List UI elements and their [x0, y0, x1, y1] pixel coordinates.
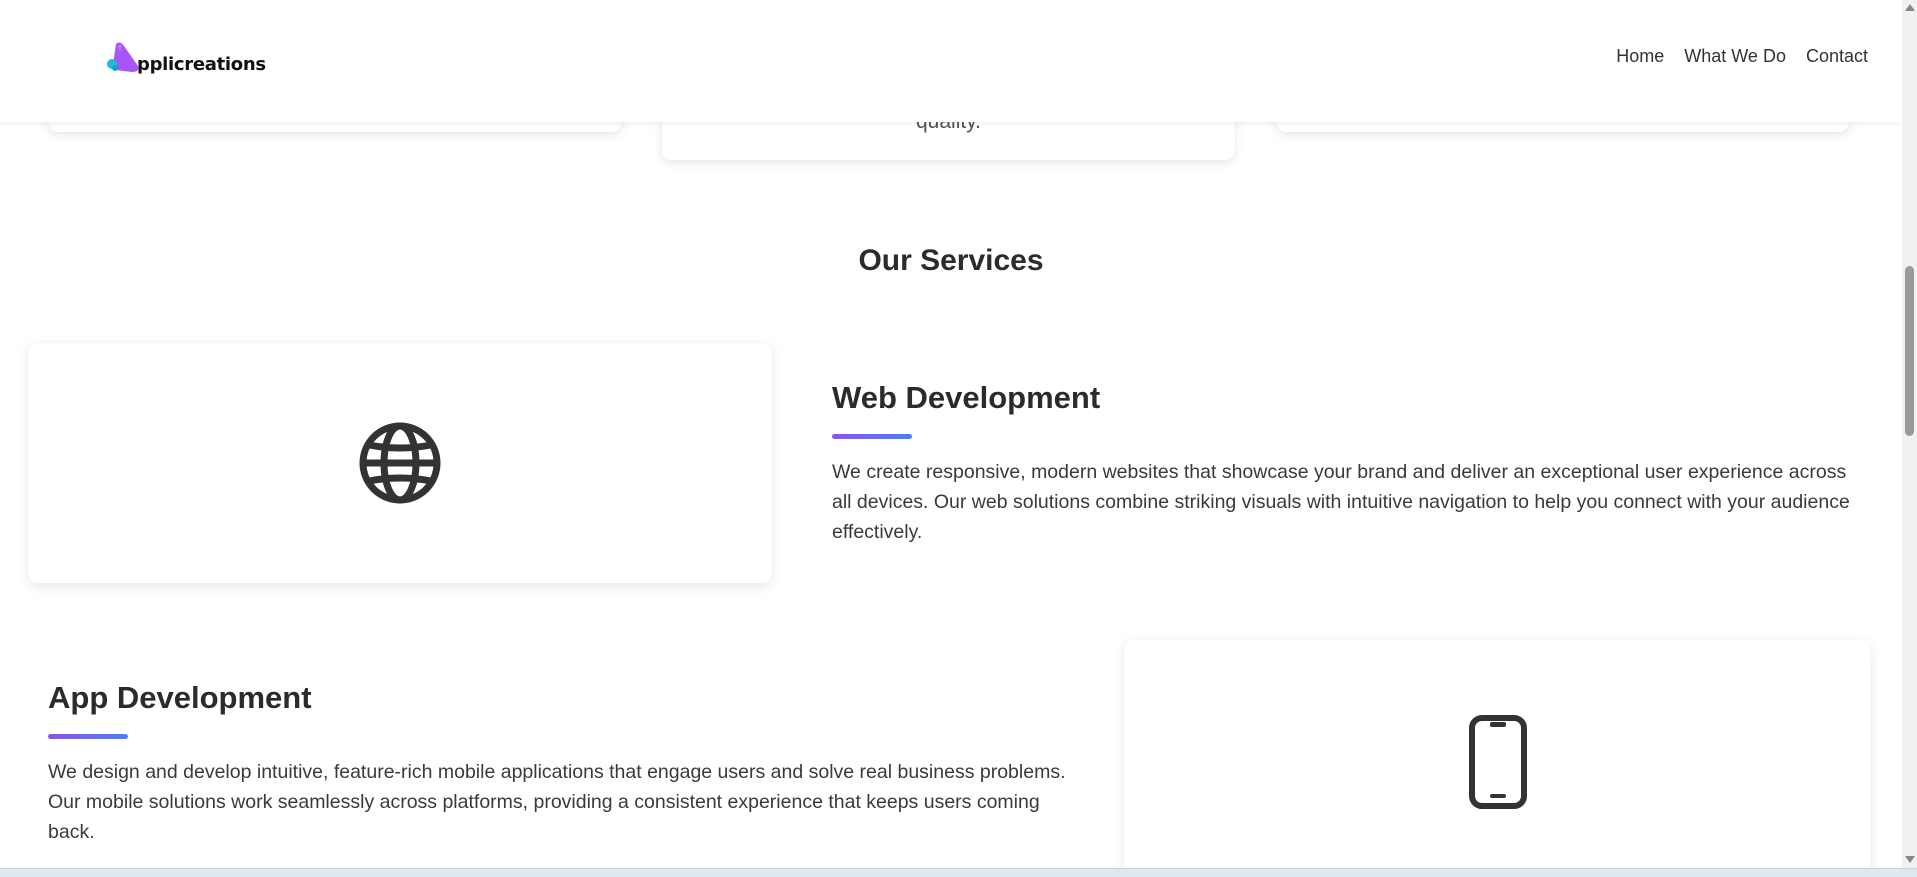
web-development-description: We create responsive, modern websites th…: [832, 461, 1850, 543]
site-header: pplicreations Home What We Do Contact: [0, 0, 1902, 122]
web-development-accent-bar: [832, 434, 912, 439]
main-nav: Home What We Do Contact: [1616, 46, 1868, 67]
app-development-icon-card: [1124, 640, 1870, 877]
page-scrollbar[interactable]: [1902, 0, 1917, 877]
nav-what-we-do-link[interactable]: What We Do: [1684, 46, 1786, 67]
web-development-icon-card: [28, 343, 772, 583]
smartphone-icon: [1469, 715, 1527, 809]
logo-text: pplicreations: [137, 54, 266, 75]
nav-home-link[interactable]: Home: [1616, 46, 1664, 67]
app-development-title: App Development: [48, 680, 312, 715]
scroll-down-arrow-icon[interactable]: [1905, 856, 1915, 863]
page: quality. pplicreations Home What We Do C…: [0, 0, 1917, 877]
os-taskbar: [0, 868, 1917, 877]
app-development-description: We design and develop intuitive, feature…: [48, 761, 1066, 843]
logo-mark-icon: [107, 42, 139, 72]
nav-contact-link[interactable]: Contact: [1806, 46, 1868, 67]
services-section-title: Our Services: [858, 244, 1044, 277]
globe-icon: [359, 422, 441, 504]
web-development-title: Web Development: [832, 380, 1101, 415]
scrollbar-thumb[interactable]: [1905, 266, 1914, 436]
web-development-text: Web Development We create responsive, mo…: [832, 380, 1852, 547]
scroll-up-arrow-icon[interactable]: [1905, 4, 1915, 11]
app-development-text: App Development We design and develop in…: [48, 680, 1088, 847]
app-development-accent-bar: [48, 734, 128, 739]
brand-logo[interactable]: pplicreations: [106, 40, 266, 80]
